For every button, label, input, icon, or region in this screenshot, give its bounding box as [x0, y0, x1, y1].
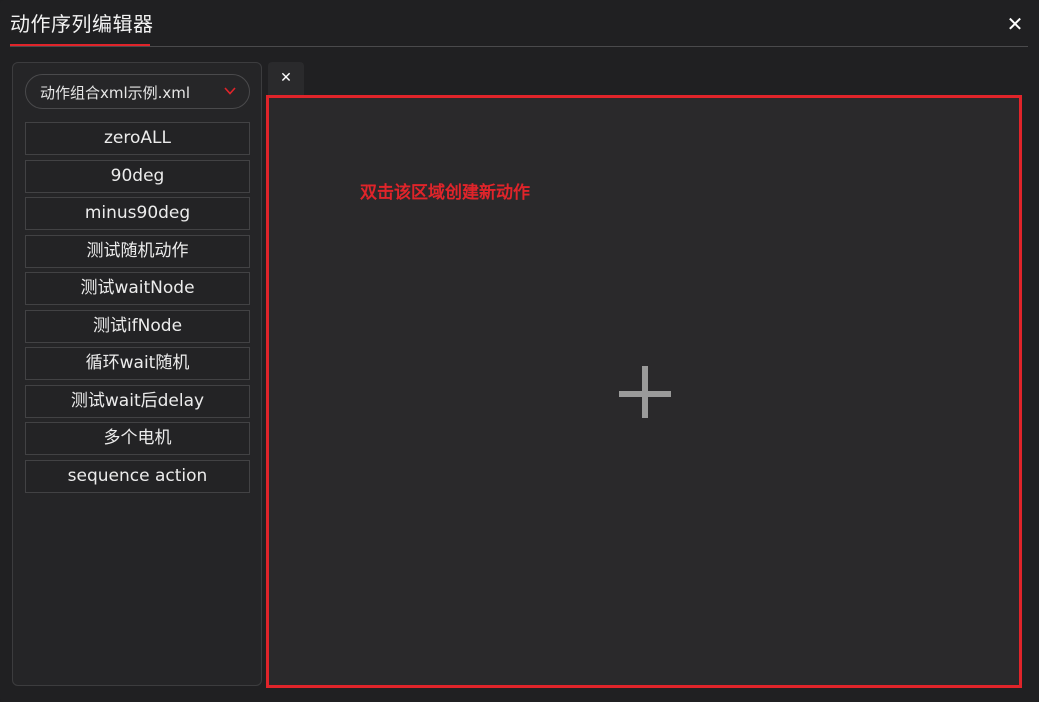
sequence-item-multi-motor[interactable]: 多个电机: [25, 422, 250, 455]
sequence-item-ifnode[interactable]: 测试ifNode: [25, 309, 250, 343]
editor-tab[interactable]: ✕: [268, 62, 304, 96]
window-title: 动作序列编辑器: [10, 12, 154, 36]
sequence-item-sequence-action[interactable]: sequence action: [25, 459, 250, 493]
sequence-item-90deg[interactable]: 90deg: [25, 159, 250, 193]
sequence-item-minus90deg[interactable]: minus90deg: [25, 197, 250, 230]
file-select-value: 动作组合xml示例.xml: [40, 84, 191, 102]
sequence-item-waitnode[interactable]: 测试waitNode: [25, 272, 250, 305]
sequence-item-loop-wait-random[interactable]: 循环wait随机: [25, 347, 250, 380]
file-select-dropdown[interactable]: 动作组合xml示例.xml: [25, 74, 250, 109]
close-icon[interactable]: ✕: [1005, 14, 1025, 34]
plus-icon[interactable]: [619, 366, 675, 422]
sequence-sidebar: 动作组合xml示例.xml zeroALL 90deg minus90deg 测…: [12, 62, 262, 686]
action-sequence-editor-window: 动作序列编辑器 ✕ 动作组合xml示例.xml zeroALL 90deg mi…: [0, 0, 1039, 702]
tab-close-icon[interactable]: ✕: [268, 70, 304, 86]
sequence-item-wait-delay[interactable]: 测试wait后delay: [25, 384, 250, 418]
chevron-down-icon: [224, 87, 236, 95]
sequence-item-zeroall[interactable]: zeroALL: [25, 122, 250, 155]
editor-canvas[interactable]: 双击该区域创建新动作: [266, 95, 1022, 688]
title-divider: [10, 46, 1028, 47]
title-bar: 动作序列编辑器 ✕: [0, 0, 1039, 48]
sequence-list: zeroALL 90deg minus90deg 测试随机动作 测试waitNo…: [25, 122, 250, 497]
canvas-hint: 双击该区域创建新动作: [360, 183, 530, 203]
sequence-item-random-action[interactable]: 测试随机动作: [25, 234, 250, 268]
